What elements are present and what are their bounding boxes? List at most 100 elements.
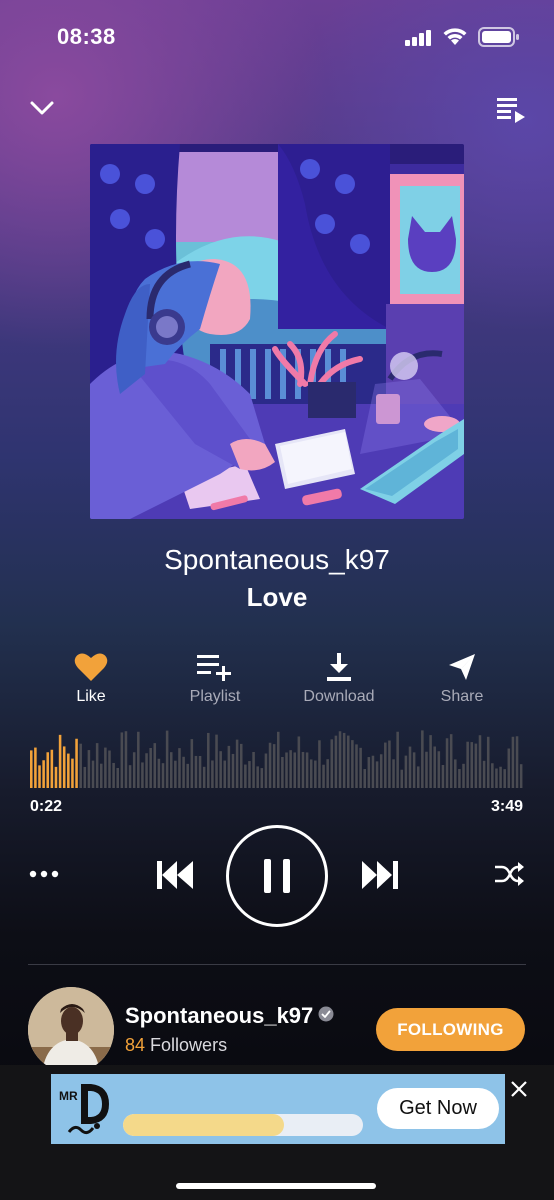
waveform-bar [309,759,313,788]
waveform-bar [174,760,177,788]
waveform-bar [244,764,247,788]
total-time: 3:49 [490,798,523,815]
waveform-bar [215,734,218,788]
track-artist[interactable]: Spontaneous_k97 [0,544,554,576]
waveform-bar [326,759,329,788]
uploader-name[interactable]: Spontaneous_k97 [125,1003,313,1029]
pause-icon [264,859,290,893]
svg-text:MR: MR [59,1089,78,1103]
waveform-bar [338,731,342,788]
download-icon [327,653,351,681]
waveform-bar [79,743,82,788]
waveform-bar [71,758,74,788]
waveform-bar [404,755,408,788]
waveform-bar [149,747,152,788]
waveform-bar [50,749,54,788]
waveform-bar [108,750,111,788]
waveform-bar [54,766,58,788]
waveform-bar [301,751,305,788]
waveform-bar [104,747,107,788]
get-now-button[interactable]: Get Now [377,1088,499,1129]
previous-icon[interactable] [155,857,195,893]
waveform-bar [62,746,66,788]
waveform-bar [169,752,173,788]
waveform-bar [346,735,350,788]
waveform-bar [30,750,33,788]
waveform-bar [507,748,511,788]
waveform-bar [95,743,99,788]
waveform-bar [239,743,243,788]
waveform-bar [305,752,309,788]
ad-banner[interactable]: MR Get Now [51,1074,505,1144]
waveform-bar [75,738,78,788]
waveform-bar [289,750,292,788]
waveform-bar [491,763,494,788]
wifi-icon [443,28,467,45]
waveform-bar [38,765,41,788]
waveform-bar [474,743,478,788]
waveform-bar [425,751,428,788]
waveform-bar [223,760,227,788]
playlist-add-icon [197,655,231,681]
waveform-bar [367,757,371,788]
waveform-bar [482,760,486,788]
more-icon[interactable] [28,860,60,888]
waveform-bar [503,769,506,788]
waveform-bar [400,769,404,788]
waveform-bar [137,731,140,788]
waveform-bar [141,762,144,788]
playlist-label: Playlist [189,688,241,705]
waveform-bar [161,763,165,788]
waveform-bar [297,736,301,788]
download-button[interactable]: Download [284,652,394,706]
waveform-bar [248,761,251,788]
avatar[interactable] [28,987,114,1073]
following-button[interactable]: FOLLOWING [376,1008,525,1051]
shuffle-icon[interactable] [493,860,525,888]
track-title: Love [246,582,308,612]
waveform-bar [198,756,202,788]
waveform-bar [351,740,354,788]
waveform-bar [67,753,70,788]
waveform-bar [363,769,366,788]
waveform-bar [454,759,457,788]
waveform-bar [124,731,128,788]
ad-logo: MR [59,1084,109,1135]
waveform-bar [91,760,95,788]
waveform-bar [272,744,276,788]
battery-icon [478,27,519,47]
queue-icon[interactable] [496,94,526,124]
waveform-bar [470,742,474,788]
cellular-signal-icon [405,30,431,46]
waveform-bar [396,731,399,788]
waveform-bar [194,755,198,788]
waveform-bar [58,734,62,788]
waveform-bar [392,759,395,788]
waveform-bar [519,764,523,788]
waveform-bar [322,764,325,788]
next-icon[interactable] [360,857,400,893]
playlist-button[interactable]: Playlist [160,652,270,706]
elapsed-time: 0:22 [30,798,63,815]
waveform-bar [342,732,346,788]
waveform-bar [515,736,519,788]
waveform-bar [186,763,189,788]
pause-button[interactable] [226,825,328,927]
verified-icon [318,1006,334,1022]
waveform-bar [256,766,259,788]
album-artwork [90,144,464,519]
waveform-bar [371,755,375,788]
close-icon[interactable] [508,1078,530,1100]
share-button[interactable]: Share [407,652,517,706]
waveform-seekbar[interactable] [30,728,524,788]
waveform-bar [445,738,449,788]
waveform-bar [511,736,515,788]
home-indicator [176,1183,376,1189]
like-button[interactable]: Like [36,652,146,706]
waveform-bar [314,760,317,788]
download-label: Download [303,688,375,705]
chevron-down-icon[interactable] [28,94,56,122]
waveform-bar [264,753,268,788]
waveform-bar [99,763,103,788]
divider [28,964,526,965]
